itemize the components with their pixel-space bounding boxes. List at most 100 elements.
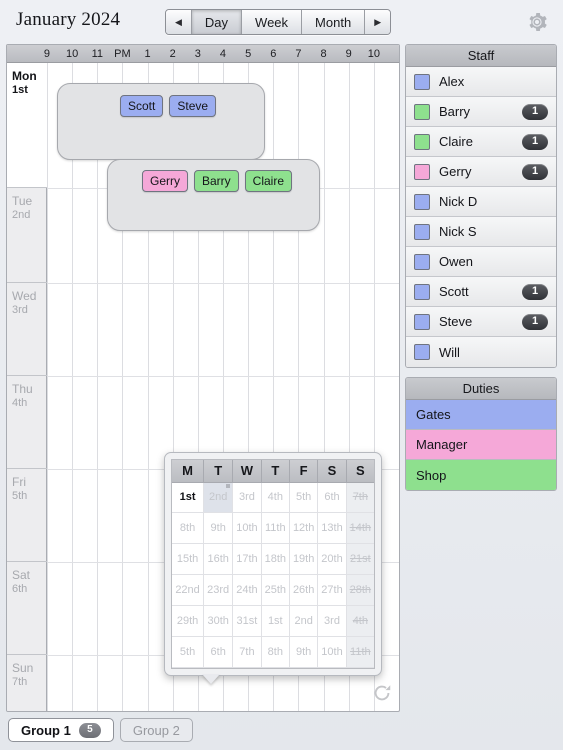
shift-group[interactable]: Scott Steve — [57, 83, 265, 160]
hour-gridline — [47, 63, 48, 711]
mini-cal-day-cell[interactable]: 23rd — [203, 574, 234, 607]
scheduler-app: January 2024 ◀ Day Week Month ▶ 9 10 11 PM 1… — [0, 0, 563, 750]
mini-cal-day-cell[interactable]: 5th — [289, 482, 319, 514]
shift-group[interactable]: Gerry Barry Claire — [107, 159, 320, 231]
staff-row-barry[interactable]: Barry 1 — [406, 97, 556, 127]
staff-list[interactable]: Alex Barry 1 Claire 1 Gerry 1 Nick D Nick S Owen S… — [406, 67, 556, 367]
top-toolbar: January 2024 ◀ Day Week Month ▶ — [0, 0, 563, 44]
tab-month[interactable]: Month — [302, 10, 366, 34]
day-row-tue[interactable]: Tue 2nd — [7, 188, 47, 283]
mini-cal-day-cell[interactable]: 6th — [203, 636, 234, 668]
mini-calendar-table[interactable]: MTWTFSS 1st 2nd 3rd 4th 5th 6th 7th 8th 9th 10th 1… — [172, 460, 374, 668]
mini-cal-day-cell[interactable]: 19th — [289, 543, 319, 576]
mini-cal-day-cell[interactable]: 6th — [317, 482, 347, 514]
mini-cal-day-cell[interactable]: 7th — [232, 636, 262, 668]
gear-icon[interactable] — [525, 10, 549, 34]
mini-cal-day-cell[interactable]: 4th — [346, 605, 374, 638]
mini-cal-day-cell[interactable]: 3rd — [317, 605, 347, 638]
staff-row-will[interactable]: Will — [406, 337, 556, 367]
mini-cal-day-cell[interactable]: 28th — [346, 574, 374, 607]
day-row-sun[interactable]: Sun 7th — [7, 655, 47, 711]
shift-chip-steve[interactable]: Steve — [169, 95, 217, 117]
mini-cal-day-cell[interactable]: 7th — [346, 482, 374, 514]
duties-list[interactable]: Gates Manager Shop — [406, 400, 556, 490]
mini-cal-weekday-2: W — [232, 460, 262, 483]
mini-cal-day-cell[interactable]: 8th — [261, 636, 290, 668]
group-tab-label: Group 1 — [21, 722, 71, 738]
mini-cal-day-cell[interactable]: 30th — [203, 605, 234, 638]
mini-cal-day-cell[interactable]: 9th — [289, 636, 319, 668]
tab-group-1[interactable]: Group 1 5 — [8, 718, 114, 742]
mini-cal-day-cell[interactable]: 17th — [232, 543, 262, 576]
staff-row-scott[interactable]: Scott 1 — [406, 277, 556, 307]
next-period-button[interactable]: ▶ — [365, 10, 391, 34]
mini-cal-day-cell[interactable]: 3rd — [232, 482, 262, 514]
mini-cal-day-cell[interactable]: 16th — [203, 543, 234, 576]
mini-calendar-popup[interactable]: MTWTFSS 1st 2nd 3rd 4th 5th 6th 7th 8th 9th 10th 1… — [164, 452, 382, 676]
mini-cal-day-cell[interactable]: 10th — [232, 512, 262, 545]
prev-period-button[interactable]: ◀ — [166, 10, 192, 34]
mini-cal-day-cell[interactable]: 10th — [317, 636, 347, 668]
mini-cal-week-row: 29th 30th 31st 1st 2nd 3rd 4th — [172, 605, 374, 638]
mini-cal-day-cell[interactable]: 11th — [346, 636, 374, 668]
mini-cal-day-cell[interactable]: 18th — [261, 543, 290, 576]
mini-cal-day-cell[interactable]: 13th — [317, 512, 347, 545]
mini-cal-day-cell[interactable]: 31st — [232, 605, 262, 638]
mini-cal-day-cell[interactable]: 11th — [261, 512, 290, 545]
day-row-wed[interactable]: Wed 3rd — [7, 283, 47, 376]
duty-row-manager[interactable]: Manager — [406, 430, 556, 460]
mini-cal-day-cell[interactable]: 4th — [261, 482, 290, 514]
mini-cal-day-cell[interactable]: 20th — [317, 543, 347, 576]
shift-chip-list: Gerry Barry Claire — [142, 170, 293, 192]
mini-cal-day-cell[interactable]: 27th — [317, 574, 347, 607]
mini-cal-day-cell[interactable]: 24th — [232, 574, 262, 607]
mini-cal-day-cell[interactable]: 14th — [346, 512, 374, 545]
shift-chip-gerry[interactable]: Gerry — [142, 170, 188, 192]
refresh-icon[interactable] — [371, 682, 393, 704]
day-row-fri[interactable]: Fri 5th — [7, 469, 47, 562]
mini-cal-day-cell[interactable]: 1st — [261, 605, 290, 638]
mini-cal-day-cell[interactable]: 29th — [172, 605, 205, 638]
hour-tick: 7 — [295, 48, 302, 60]
mini-cal-day-cell[interactable]: 2nd — [203, 482, 234, 514]
day-date-label: 2nd — [12, 209, 31, 221]
mini-cal-day-cell[interactable]: 22nd — [172, 574, 205, 607]
shift-chip-barry[interactable]: Barry — [194, 170, 239, 192]
day-row-mon[interactable]: Mon 1st — [7, 63, 47, 188]
staff-row-claire[interactable]: Claire 1 — [406, 127, 556, 157]
tab-week[interactable]: Week — [242, 10, 303, 34]
staff-name-label: Nick D — [439, 194, 478, 209]
staff-row-nick-d[interactable]: Nick D — [406, 187, 556, 217]
staff-row-nick-s[interactable]: Nick S — [406, 217, 556, 247]
group-tab-bar[interactable]: Group 1 5 Group 2 — [8, 718, 193, 742]
mini-cal-day-cell[interactable]: 8th — [172, 512, 205, 545]
mini-calendar-body[interactable]: 1st 2nd 3rd 4th 5th 6th 7th 8th 9th 10th 11th 12th 1… — [172, 482, 374, 668]
staff-row-owen[interactable]: Owen — [406, 247, 556, 277]
shift-chip-claire[interactable]: Claire — [244, 170, 293, 192]
day-weekday-label: Wed — [12, 289, 37, 303]
staff-row-gerry[interactable]: Gerry 1 — [406, 157, 556, 187]
tab-group-2[interactable]: Group 2 — [119, 718, 193, 742]
mini-cal-day-cell[interactable]: 9th — [203, 512, 234, 545]
mini-cal-day-cell[interactable]: 26th — [289, 574, 319, 607]
mini-cal-day-cell[interactable]: 1st — [172, 482, 205, 514]
duty-row-gates[interactable]: Gates — [406, 400, 556, 430]
shift-chip-scott[interactable]: Scott — [120, 95, 164, 117]
staff-name-label: Claire — [439, 134, 473, 149]
mini-cal-day-cell[interactable]: 2nd — [289, 605, 319, 638]
day-row-sat[interactable]: Sat 6th — [7, 562, 47, 655]
mini-cal-day-cell[interactable]: 25th — [261, 574, 290, 607]
staff-row-alex[interactable]: Alex — [406, 67, 556, 97]
mini-cal-day-cell[interactable]: 5th — [172, 636, 205, 668]
staff-color-swatch — [414, 344, 430, 360]
mini-cal-day-cell[interactable]: 12th — [289, 512, 319, 545]
duty-row-shop[interactable]: Shop — [406, 460, 556, 490]
mini-cal-day-cell[interactable]: 15th — [172, 543, 205, 576]
staff-color-swatch — [414, 253, 430, 270]
view-segmented-control[interactable]: ◀ Day Week Month ▶ — [165, 9, 392, 35]
mini-cal-day-cell[interactable]: 21st — [346, 543, 374, 576]
day-row-thu[interactable]: Thu 4th — [7, 376, 47, 469]
day-weekday-label: Sun — [12, 661, 34, 675]
staff-row-steve[interactable]: Steve 1 — [406, 307, 556, 337]
tab-day[interactable]: Day — [191, 10, 243, 34]
